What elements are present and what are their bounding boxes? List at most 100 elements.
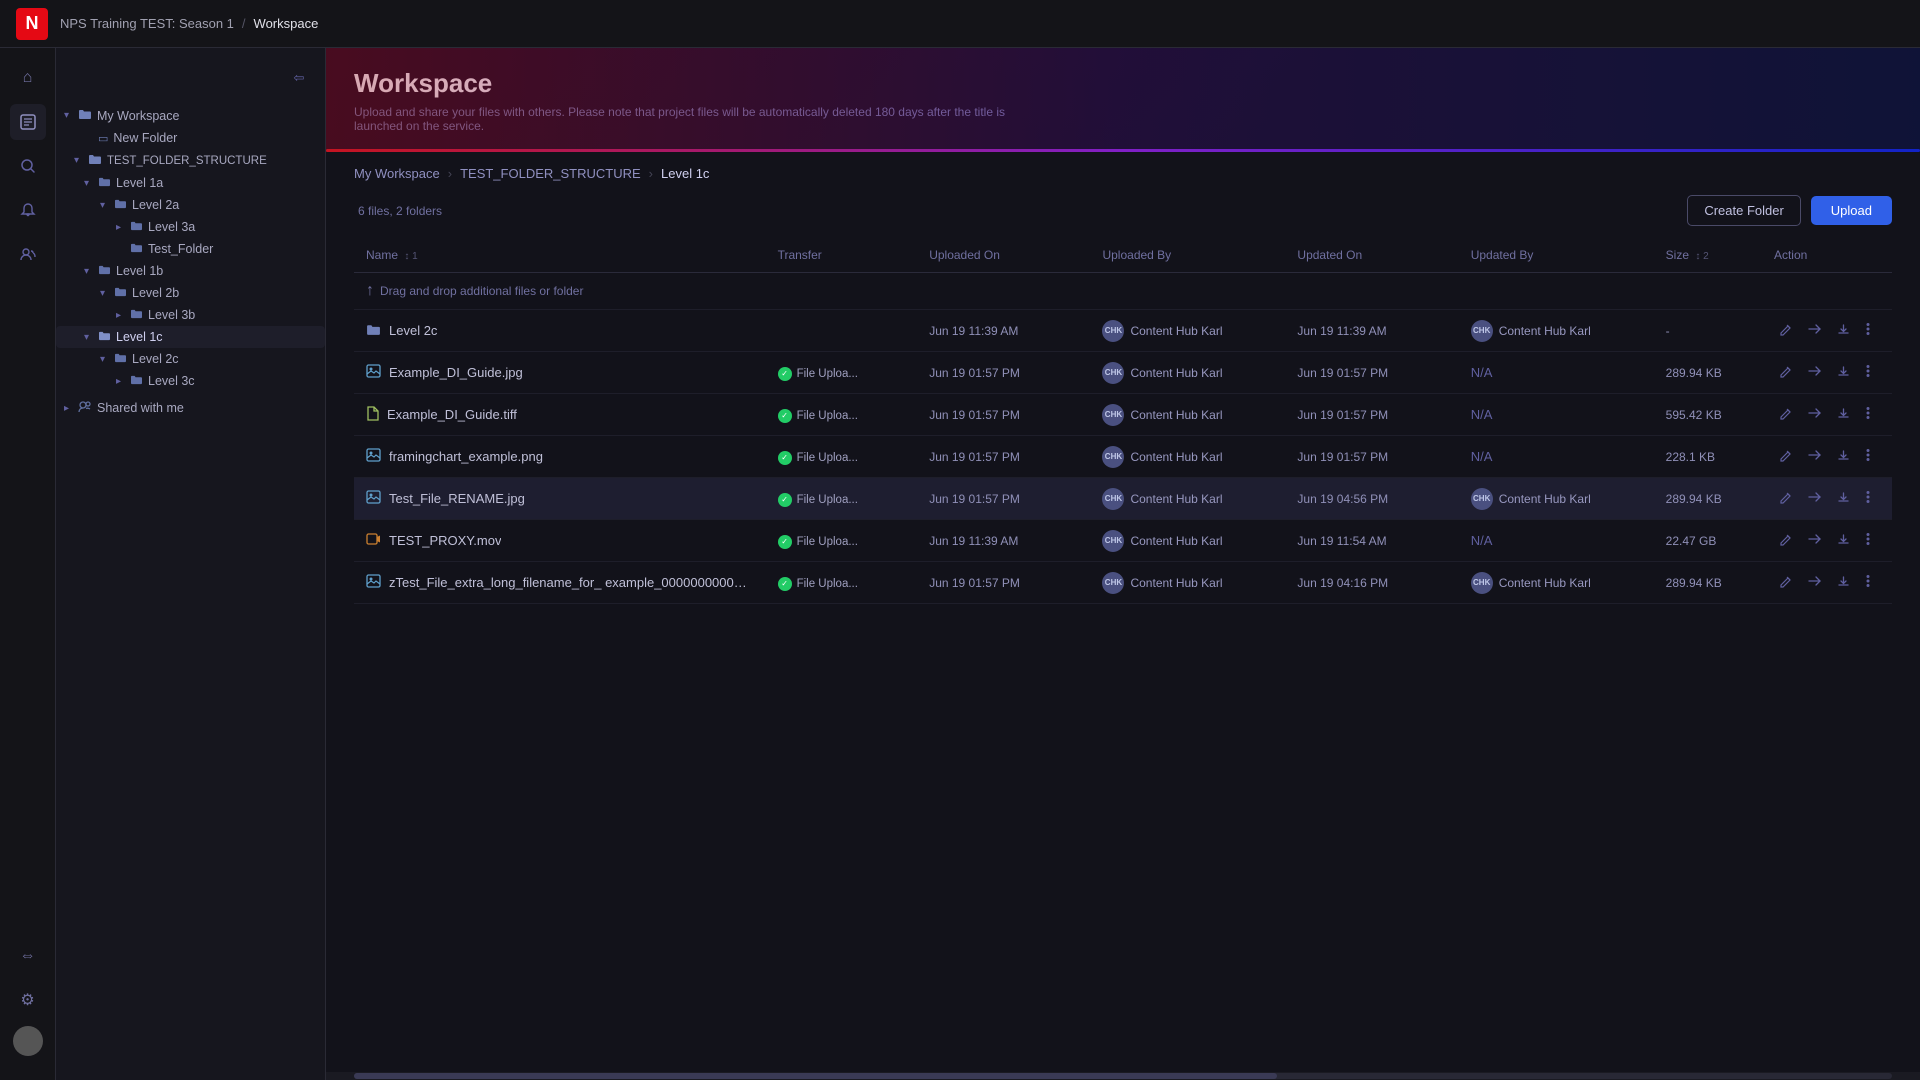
download-button[interactable] <box>1832 362 1855 384</box>
col-updated-by[interactable]: Updated By <box>1459 238 1654 273</box>
sidebar-search-btn[interactable] <box>10 148 46 184</box>
file-table-container[interactable]: Name ↕ 1 Transfer Uploaded On Uploaded B… <box>326 238 1920 1072</box>
rename-button[interactable] <box>1774 446 1797 468</box>
tree-level-2c[interactable]: ▾ Level 2c <box>56 348 325 370</box>
download-button[interactable] <box>1832 572 1855 594</box>
table-row[interactable]: zTest_File_extra_long_filename_for_ exam… <box>354 562 1892 604</box>
tree-level-1c[interactable]: ▾ Level 1c <box>56 326 325 348</box>
tree-level-3a[interactable]: ▸ Level 3a <box>56 216 325 238</box>
share-button[interactable] <box>1803 362 1826 384</box>
share-button[interactable] <box>1803 446 1826 468</box>
sidebar-settings-btn[interactable]: ⚙ <box>10 982 46 1018</box>
uploaded-by-badge: CHKContent Hub Karl <box>1102 404 1222 426</box>
topbar-project[interactable]: NPS Training TEST: Season 1 <box>60 16 234 31</box>
updated-by-na: N/A <box>1471 449 1493 464</box>
folder-icon-2c <box>114 352 127 366</box>
tree-shared-with-me[interactable]: ▸ Shared with me <box>56 396 325 420</box>
more-button[interactable] <box>1861 361 1875 384</box>
tree-level-2b[interactable]: ▾ Level 2b <box>56 282 325 304</box>
uploaded-on-cell: Jun 19 11:39 AM <box>917 310 1090 352</box>
more-button[interactable] <box>1861 319 1875 342</box>
breadcrumb-sep-2: › <box>649 166 653 181</box>
transfer-cell <box>766 310 918 352</box>
tree-collapse-btn[interactable]: ⇦ <box>281 60 317 96</box>
share-button[interactable] <box>1803 488 1826 510</box>
action-cell <box>1762 436 1892 478</box>
table-row[interactable]: framingchart_example.png ✓File Uploa... … <box>354 436 1892 478</box>
table-row[interactable]: Test_File_RENAME.jpg ✓File Uploa... Jun … <box>354 478 1892 520</box>
file-name-cell[interactable]: Example_DI_Guide.jpg <box>354 352 766 394</box>
more-button[interactable] <box>1861 445 1875 468</box>
sidebar-notifications-btn[interactable] <box>10 192 46 228</box>
tree-test-folder-structure[interactable]: ▾ TEST_FOLDER_STRUCTURE <box>56 149 325 172</box>
table-row[interactable]: TEST_PROXY.mov ✓File Uploa... Jun 19 11:… <box>354 520 1892 562</box>
table-row[interactable]: Example_DI_Guide.tiff ✓File Uploa... Jun… <box>354 394 1892 436</box>
file-name-cell[interactable]: TEST_PROXY.mov <box>354 520 766 562</box>
rename-button[interactable] <box>1774 488 1797 510</box>
file-name-cell[interactable]: Example_DI_Guide.tiff <box>354 394 766 436</box>
rename-button[interactable] <box>1774 362 1797 384</box>
file-name-cell[interactable]: Level 2c <box>354 310 766 352</box>
bottom-scrollbar[interactable] <box>326 1072 1920 1080</box>
user-name: Content Hub Karl <box>1130 492 1222 506</box>
rename-button[interactable] <box>1774 572 1797 594</box>
user-avatar-btn[interactable] <box>13 1026 43 1056</box>
tree-test-folder-label: TEST_FOLDER_STRUCTURE <box>107 155 267 167</box>
download-button[interactable] <box>1832 404 1855 426</box>
transfer-cell: ✓File Uploa... <box>766 562 918 604</box>
file-type-icon <box>366 364 381 381</box>
scrollbar-thumb[interactable] <box>354 1073 1277 1079</box>
col-updated-on[interactable]: Updated On <box>1285 238 1458 273</box>
col-transfer[interactable]: Transfer <box>766 238 918 273</box>
updated-by-na: N/A <box>1471 533 1493 548</box>
sidebar-home-btn[interactable]: ⌂ <box>10 60 46 96</box>
col-size[interactable]: Size ↕ 2 <box>1654 238 1762 273</box>
tree-level-3c[interactable]: ▸ Level 3c <box>56 370 325 392</box>
size-cell: 228.1 KB <box>1654 436 1762 478</box>
download-button[interactable] <box>1832 488 1855 510</box>
sidebar-team-btn[interactable] <box>10 236 46 272</box>
breadcrumb-my-workspace[interactable]: My Workspace <box>354 166 440 181</box>
sidebar-files-btn[interactable] <box>10 104 46 140</box>
file-name-cell[interactable]: Test_File_RENAME.jpg <box>354 478 766 520</box>
tree-new-folder[interactable]: ▭ New Folder <box>56 127 325 149</box>
download-button[interactable] <box>1832 446 1855 468</box>
col-name[interactable]: Name ↕ 1 <box>354 238 766 273</box>
rename-button[interactable] <box>1774 404 1797 426</box>
more-button[interactable] <box>1861 487 1875 510</box>
upload-button[interactable]: Upload <box>1811 196 1892 225</box>
folder-icon-3b <box>130 308 143 322</box>
tree-test-folder[interactable]: Test_Folder <box>56 238 325 260</box>
tree-my-workspace[interactable]: ▾ My Workspace <box>56 104 325 127</box>
main-layout: ⌂ <box>0 48 1920 1080</box>
rename-button[interactable] <box>1774 530 1797 552</box>
share-button[interactable] <box>1803 320 1826 342</box>
col-uploaded-on[interactable]: Uploaded On <box>917 238 1090 273</box>
tree-level-2a[interactable]: ▾ Level 2a <box>56 194 325 216</box>
tree-level-2a-label: Level 2a <box>132 198 179 212</box>
topbar-sep: / <box>242 16 246 31</box>
more-button[interactable] <box>1861 571 1875 594</box>
file-name-cell[interactable]: framingchart_example.png <box>354 436 766 478</box>
download-button[interactable] <box>1832 530 1855 552</box>
breadcrumb-test-folder[interactable]: TEST_FOLDER_STRUCTURE <box>460 166 641 181</box>
share-button[interactable] <box>1803 530 1826 552</box>
user-avatar: CHK <box>1102 488 1124 510</box>
table-row[interactable]: Example_DI_Guide.jpg ✓File Uploa... Jun … <box>354 352 1892 394</box>
download-button[interactable] <box>1832 320 1855 342</box>
share-button[interactable] <box>1803 572 1826 594</box>
more-button[interactable] <box>1861 403 1875 426</box>
tree-level-1a[interactable]: ▾ Level 1a <box>56 172 325 194</box>
create-folder-button[interactable]: Create Folder <box>1687 195 1800 226</box>
sidebar-expand-btn[interactable]: ⇔ <box>10 938 46 974</box>
col-uploaded-by[interactable]: Uploaded By <box>1090 238 1285 273</box>
share-button[interactable] <box>1803 404 1826 426</box>
tree-my-workspace-label: My Workspace <box>97 109 179 123</box>
rename-button[interactable] <box>1774 320 1797 342</box>
file-type-icon <box>366 323 381 339</box>
table-row[interactable]: Level 2c Jun 19 11:39 AM CHKContent Hub … <box>354 310 1892 352</box>
tree-level-3b[interactable]: ▸ Level 3b <box>56 304 325 326</box>
tree-level-1b[interactable]: ▾ Level 1b <box>56 260 325 282</box>
more-button[interactable] <box>1861 529 1875 552</box>
file-name-cell[interactable]: zTest_File_extra_long_filename_for_ exam… <box>354 562 766 604</box>
